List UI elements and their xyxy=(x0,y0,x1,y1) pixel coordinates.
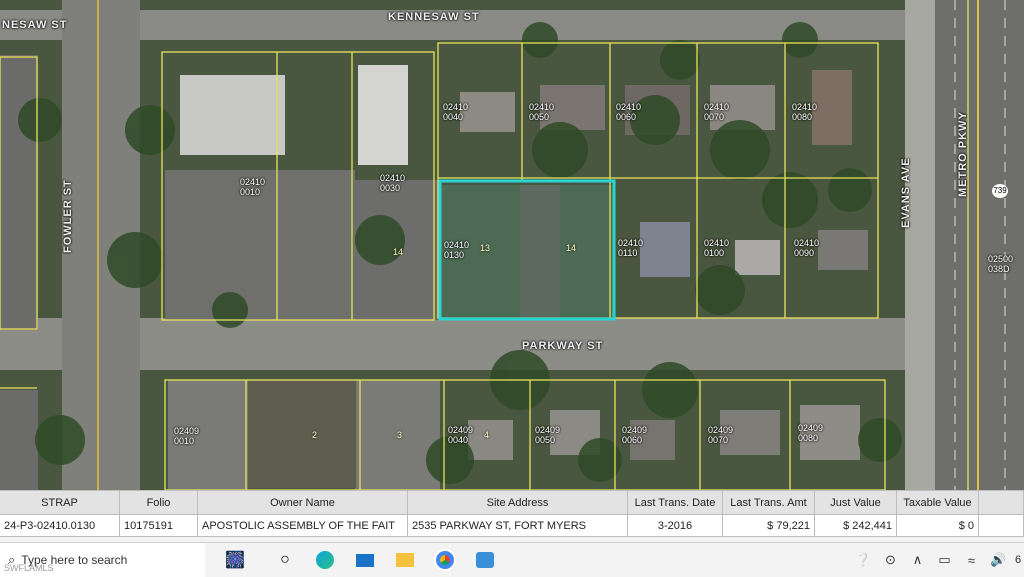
route-shield-icon: 739 xyxy=(992,184,1008,198)
column-header-owner[interactable]: Owner Name xyxy=(198,491,408,515)
monitor-icon[interactable]: ▭ xyxy=(931,552,958,568)
aerial-imagery xyxy=(0,0,1024,490)
street-label-kennesaw: KENNESAW ST xyxy=(388,11,480,23)
fireworks-flag-icon[interactable]: 🎆 xyxy=(205,543,265,577)
parcel-id-0080: 02410 0080 xyxy=(792,102,818,122)
chevron-up-icon[interactable]: ∧ xyxy=(904,552,931,568)
wifi-icon[interactable]: ≈ xyxy=(958,553,985,568)
parcel-id-0070: 02410 0070 xyxy=(704,102,730,122)
watermark-text: SWFLAMLS xyxy=(4,563,54,573)
column-header-strap[interactable]: STRAP xyxy=(0,491,120,515)
parcel-id-0100: 02410 0100 xyxy=(704,238,730,258)
system-tray: ❔ ⊙ ∧ ▭ ≈ 🔊 6 xyxy=(850,543,1024,577)
page-indicator: 6 xyxy=(1014,554,1022,566)
cell-date: 3-2016 xyxy=(628,515,723,537)
column-header-amount[interactable]: Last Trans. Amt xyxy=(723,491,815,515)
parcel-results-table: STRAP Folio Owner Name Site Address Last… xyxy=(0,490,1024,543)
lot-number: 14 xyxy=(566,243,577,253)
column-header-folio[interactable]: Folio xyxy=(120,491,198,515)
parcel-id-s0060: 02409 0060 xyxy=(622,425,648,445)
cell-amount: $ 79,221 xyxy=(723,515,815,537)
parcel-id-0050: 02410 0050 xyxy=(529,102,555,122)
street-label-metro: METRO PKWY xyxy=(957,111,969,197)
file-explorer-icon[interactable] xyxy=(385,543,425,577)
parcel-id-0110: 02410 0110 xyxy=(618,238,644,258)
aerial-map[interactable]: KENNESAW ST NESAW ST FOWLER ST PARKWAY S… xyxy=(0,0,1024,490)
metro-road xyxy=(935,0,1024,490)
parcel-id-s0040: 02409 0040 xyxy=(448,425,474,445)
parcel-id-s0050: 02409 0050 xyxy=(535,425,561,445)
parcel-id-s0070: 02409 0070 xyxy=(708,425,734,445)
edge-browser-icon[interactable] xyxy=(305,543,345,577)
cell-owner: APOSTOLIC ASSEMBLY OF THE FAIT xyxy=(198,515,408,537)
cell-strap: 24-P3-02410.0130 xyxy=(0,515,120,537)
street-label-kennesaw-left: NESAW ST xyxy=(2,19,68,31)
windows-taskbar: ⌕ Type here to search SWFLAMLS 🎆 ○ ❔ ⊙ ∧… xyxy=(0,542,1024,577)
parcel-id-0040: 02410 0040 xyxy=(443,102,469,122)
photos-app-icon[interactable] xyxy=(465,543,505,577)
cell-just-value: $ 242,441 xyxy=(815,515,897,537)
task-view-icon[interactable]: ○ xyxy=(265,543,305,577)
lot-number: 13 xyxy=(480,243,491,253)
parcel-id-s0010: 02409 0010 xyxy=(174,426,200,446)
parcel-id-0030: 02410 0030 xyxy=(380,173,406,193)
chrome-icon[interactable] xyxy=(425,543,465,577)
parcel-id-0010-top: 02410 0010 xyxy=(240,177,266,197)
parcel-id-0060: 02410 0060 xyxy=(616,102,642,122)
parcel-id-0130[interactable]: 02410 0130 xyxy=(444,240,469,260)
volume-icon[interactable]: 🔊 xyxy=(985,552,1012,568)
street-label-evans: EVANS AVE xyxy=(900,157,912,228)
parcel-id-s0080: 02409 0080 xyxy=(798,423,824,443)
lot-number: 2 xyxy=(312,430,318,440)
column-header-address[interactable]: Site Address xyxy=(408,491,628,515)
mail-icon[interactable] xyxy=(345,543,385,577)
table-row[interactable]: 24-P3-02410.0130 10175191 APOSTOLIC ASSE… xyxy=(0,515,1024,537)
parcel-id-02500: 02500 038D xyxy=(988,254,1014,274)
column-header-date[interactable]: Last Trans. Date xyxy=(628,491,723,515)
cell-spacer xyxy=(979,515,1024,537)
column-header-spacer xyxy=(979,491,1024,515)
column-header-taxable-value[interactable]: Taxable Value xyxy=(897,491,979,515)
evans-road xyxy=(905,0,935,490)
table-header-row: STRAP Folio Owner Name Site Address Last… xyxy=(0,491,1024,515)
lot-number: 3 xyxy=(397,430,403,440)
street-label-parkway: PARKWAY ST xyxy=(522,340,604,352)
lot-number: 14 xyxy=(393,247,404,257)
lot-number: 4 xyxy=(484,430,490,440)
cell-taxable-value: $ 0 xyxy=(897,515,979,537)
cell-folio: 10175191 xyxy=(120,515,198,537)
kennesaw-road xyxy=(0,10,1024,40)
audio-icon[interactable]: ⊙ xyxy=(877,552,904,568)
column-header-just-value[interactable]: Just Value xyxy=(815,491,897,515)
cell-address: 2535 PARKWAY ST, FORT MYERS xyxy=(408,515,628,537)
parcel-id-0090: 02410 0090 xyxy=(794,238,820,258)
help-icon[interactable]: ❔ xyxy=(850,552,877,568)
street-label-fowler: FOWLER ST xyxy=(62,179,74,253)
